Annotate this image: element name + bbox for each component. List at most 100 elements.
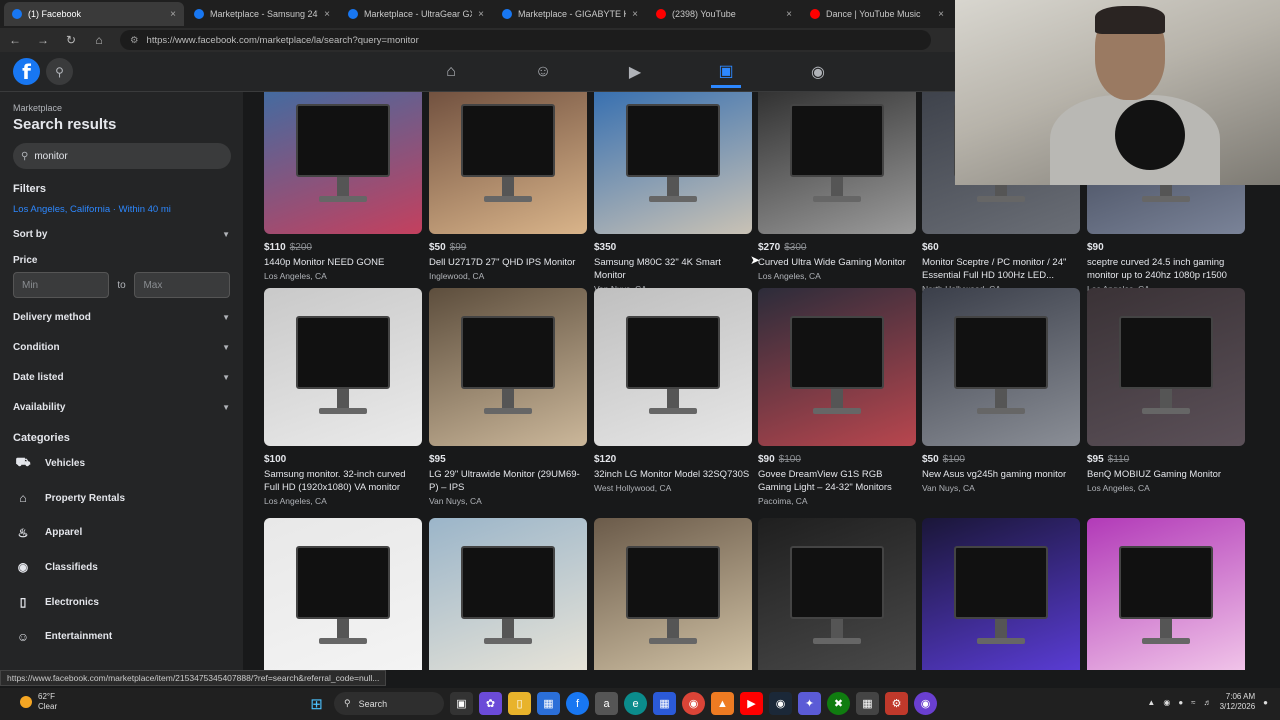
xbox-icon[interactable]: ✖ [827, 692, 850, 715]
clock[interactable]: 7:06 AM 3/12/2026 [1220, 692, 1256, 712]
category-item[interactable]: ♨ Apparel [13, 515, 230, 550]
listing-image[interactable] [429, 92, 587, 234]
listing-image[interactable] [429, 518, 587, 670]
location-filter-link[interactable]: Los Angeles, California · Within 40 mi [13, 204, 230, 215]
facebook-app-icon[interactable]: f [566, 692, 589, 715]
listing-image[interactable] [758, 288, 916, 446]
filter-row[interactable]: Condition ▼ [13, 332, 230, 362]
listing-card[interactable] [594, 518, 752, 670]
vlc-icon[interactable]: ▲ [711, 692, 734, 715]
section-label[interactable]: Marketplace [13, 103, 230, 113]
filter-row[interactable]: Delivery method ▼ [13, 302, 230, 332]
max-price-input[interactable]: Max [134, 272, 230, 298]
browser-tab[interactable]: Dance | YouTube Music × [802, 2, 952, 26]
task-view-icon[interactable]: ▣ [450, 692, 473, 715]
close-tab-icon[interactable]: × [938, 9, 944, 20]
close-tab-icon[interactable]: × [632, 9, 638, 20]
listing-card[interactable]: $90 $100 Govee DreamView G1S RGB Gaming Li… [758, 288, 916, 506]
weather-widget[interactable]: 62°F Clear [20, 692, 57, 712]
taskbar-search[interactable]: ⚲ Search [334, 692, 444, 715]
listing-image[interactable] [1087, 288, 1245, 446]
listing-card[interactable] [264, 518, 422, 670]
listing-card[interactable]: $350Samsung M80C 32" 4K Smart MonitorVan… [594, 92, 752, 294]
category-item[interactable]: ◉ Classifieds [13, 550, 230, 585]
min-price-input[interactable]: Min [13, 272, 109, 298]
close-tab-icon[interactable]: × [786, 9, 792, 20]
volume-icon[interactable]: ♬ [1204, 698, 1212, 707]
app-icon-2[interactable]: ▦ [856, 692, 879, 715]
listing-card[interactable]: $270 $300 Curved Ultra Wide Gaming Monitor… [758, 92, 916, 281]
sort-by-dropdown[interactable]: Sort by ▼ [13, 219, 230, 249]
listing-image[interactable] [264, 92, 422, 234]
network-icon[interactable]: ◉ [1163, 698, 1170, 707]
listing-card[interactable]: $100 Samsung monitor. 32-inch curved Full… [264, 288, 422, 506]
listing-card[interactable]: $110 $200 1440p Monitor NEED GONE Los Angel… [264, 92, 422, 281]
listing-image[interactable] [922, 518, 1080, 670]
listing-image[interactable] [1087, 518, 1245, 670]
app-icon-3[interactable]: ⚙ [885, 692, 908, 715]
listing-image[interactable] [264, 518, 422, 670]
steam-icon[interactable]: ◉ [769, 692, 792, 715]
copilot-icon[interactable]: ✿ [479, 692, 502, 715]
listing-image[interactable] [594, 518, 752, 670]
browser-tab[interactable]: Marketplace - Samsung 24" ODYS × [186, 2, 338, 26]
listing-image[interactable] [594, 92, 752, 234]
wifi-icon[interactable]: ≈ [1191, 698, 1195, 707]
edge-icon[interactable]: e [624, 692, 647, 715]
chevron-up-icon[interactable]: ▲ [1147, 698, 1155, 707]
listing-card[interactable]: $50 $100 New Asus vg245h gaming monitor Van… [922, 288, 1080, 493]
listing-image[interactable] [922, 288, 1080, 446]
filter-row[interactable]: Date listed ▼ [13, 362, 230, 392]
browser-tab[interactable]: (1) Facebook × [4, 2, 184, 26]
listing-image[interactable] [264, 288, 422, 446]
home-nav-icon[interactable]: ⌂ [436, 56, 466, 88]
listing-card[interactable] [922, 518, 1080, 670]
home-icon[interactable]: ⌂ [92, 33, 106, 47]
calculator-icon[interactable]: ▦ [653, 692, 676, 715]
notification-icon[interactable]: ● [1263, 698, 1268, 707]
reload-icon[interactable]: ↻ [64, 33, 78, 47]
listing-card[interactable]: $120 32inch LG Monitor Model 32SQ730S West… [594, 288, 752, 493]
file-explorer-icon[interactable]: ▯ [508, 692, 531, 715]
facebook-logo-icon[interactable]: f [13, 58, 40, 85]
groups-nav-icon[interactable]: ◉ [803, 56, 833, 88]
close-tab-icon[interactable]: × [324, 9, 330, 20]
browser-tab[interactable]: (2398) YouTube × [648, 2, 800, 26]
close-tab-icon[interactable]: × [170, 9, 176, 20]
category-item[interactable]: ⛟ Vehicles [13, 446, 230, 481]
store-icon[interactable]: ▦ [537, 692, 560, 715]
app-icon[interactable]: ✦ [798, 692, 821, 715]
close-tab-icon[interactable]: × [478, 9, 484, 20]
listing-card[interactable] [758, 518, 916, 670]
listing-card[interactable]: $50 $99 Dell U2717D 27" QHD IPS Monitor Ing… [429, 92, 587, 281]
listing-image[interactable] [429, 288, 587, 446]
youtube-app-icon[interactable]: ▶ [740, 692, 763, 715]
obs-icon[interactable]: ◉ [914, 692, 937, 715]
video-nav-icon[interactable]: ▶ [620, 56, 650, 88]
listing-card[interactable] [1087, 518, 1245, 670]
windows-start-icon[interactable]: ⊞ [305, 692, 328, 715]
browser-tab[interactable]: Marketplace - UltraGear GX7 27G × [340, 2, 492, 26]
listing-image[interactable] [594, 288, 752, 446]
listing-card[interactable]: $95 LG 29" Ultrawide Monitor (29UM69-P) –… [429, 288, 587, 506]
forward-icon[interactable]: → [36, 33, 50, 47]
back-icon[interactable]: ← [8, 33, 22, 47]
search-icon[interactable]: ⚲ [46, 58, 73, 85]
category-item[interactable]: ⌂ Property Rentals [13, 481, 230, 516]
category-item[interactable]: ☺ Entertainment [13, 619, 230, 654]
listing-card[interactable] [429, 518, 587, 670]
browser-tab[interactable]: Marketplace - GIGABYTE KTC 2 G × [494, 2, 646, 26]
site-info-icon[interactable]: ⚙ [130, 35, 139, 46]
search-input[interactable]: ⚲ monitor [13, 143, 231, 169]
listing-image[interactable] [758, 92, 916, 234]
url-field[interactable]: ⚙ https://www.facebook.com/marketplace/l… [120, 30, 931, 50]
filter-row[interactable]: Availability ▼ [13, 392, 230, 422]
marketplace-nav-icon[interactable]: ▣ [711, 56, 741, 88]
microphone-tray-icon[interactable]: ● [1178, 698, 1183, 707]
friends-nav-icon[interactable]: ☺ [528, 56, 558, 88]
chrome-icon[interactable]: ◉ [682, 692, 705, 715]
amazon-icon[interactable]: a [595, 692, 618, 715]
listing-image[interactable] [758, 518, 916, 670]
category-item[interactable]: ▯ Electronics [13, 585, 230, 620]
listing-card[interactable]: $95 $110 BenQ MOBIUZ Gaming Monitor Los Ang… [1087, 288, 1245, 493]
